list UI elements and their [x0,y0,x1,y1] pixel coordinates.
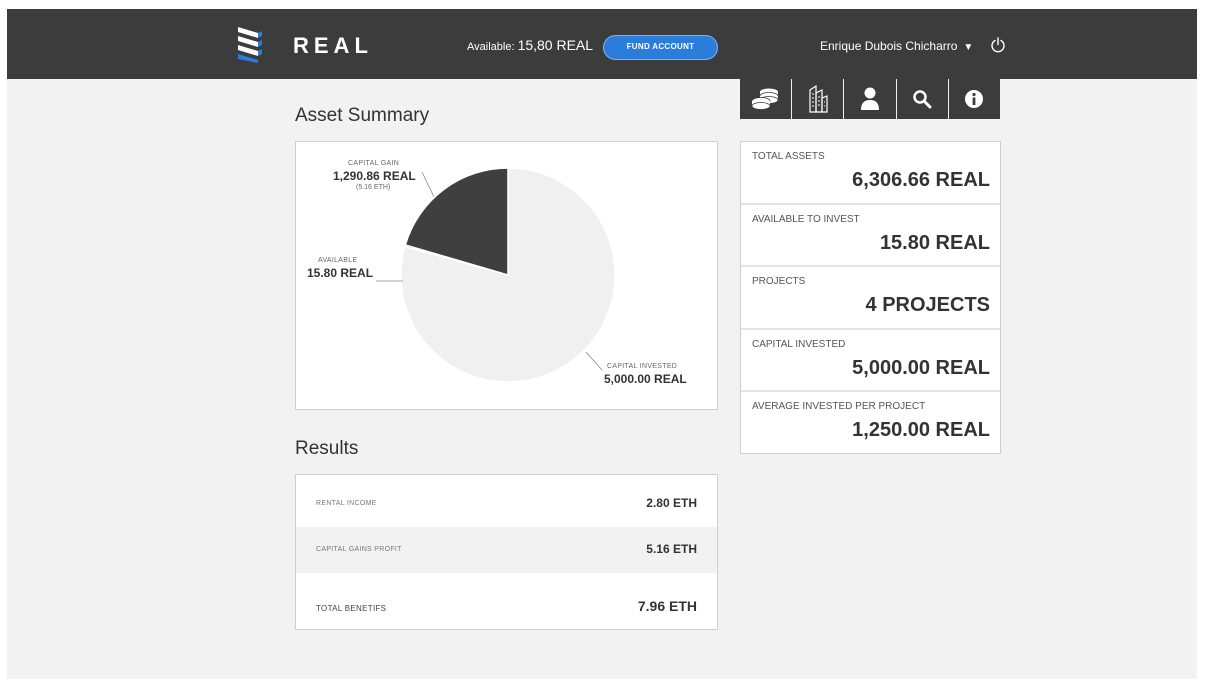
available-balance-label: Available: [467,41,515,53]
fund-account-button[interactable]: FUND ACCOUNT [603,35,718,60]
capital-invested-label: CAPITAL INVESTED [607,363,678,370]
user-icon [861,87,879,110]
capital-gain-leader-line [421,171,435,198]
stat-average-invested: AVERAGE INVESTED PER PROJECT 1,250.00 RE… [741,392,1000,453]
result-label: RENTAL INCOME [316,500,377,507]
brand-logo-icon [238,27,262,63]
table-row: RENTAL INCOME 2.80 ETH [296,475,717,527]
capital-invested-value: 5,000.00 REAL [604,372,687,386]
chevron-down-icon: ▼ [963,42,974,53]
stat-total-assets: TOTAL ASSETS 6,306.66 REAL [741,142,1000,205]
buildings-icon [809,85,828,113]
results-panel: RENTAL INCOME 2.80 ETH CAPITAL GAINS PRO… [295,474,718,630]
stat-label: AVERAGE INVESTED PER PROJECT [752,401,926,412]
toolbar-coins-button[interactable] [740,79,793,119]
capital-invested-leader-line [585,351,603,371]
toolbar-info-button[interactable] [949,79,1000,119]
stat-value: 15.80 REAL [879,231,990,254]
available-value: 15.80 REAL [307,266,374,280]
result-value: 2.80 ETH [646,496,697,510]
available-label: AVAILABLE [318,257,358,264]
capital-gain-value: 1,290.86 REAL [333,169,416,183]
result-value: 7.96 ETH [637,598,697,614]
power-icon[interactable] [990,37,1006,53]
stat-value: 5,000.00 REAL [852,356,990,379]
table-row: CAPITAL GAINS PROFIT 5.16 ETH [296,527,717,573]
available-balance: Available: 15,80 REAL [467,37,593,53]
stat-value: 6,306.66 REAL [852,169,990,191]
capital-gain-label: CAPITAL GAIN [348,160,400,167]
top-header: REAL Available: 15,80 REAL FUND ACCOUNT … [7,9,1197,79]
stat-label: CAPITAL INVESTED [752,338,846,350]
stat-projects: PROJECTS 4 PROJECTS [741,267,1000,330]
available-balance-amount: 15,80 REAL [517,37,594,53]
info-icon [965,90,984,108]
stat-label: PROJECTS [752,276,806,287]
result-label: TOTAL BENETIFS [316,604,387,613]
coins-icon [751,88,778,110]
user-name: Enrique Dubois Chicharro [820,39,958,53]
stat-available-to-invest: AVAILABLE TO INVEST 15.80 REAL [741,205,1000,267]
toolbar-profile-button[interactable] [844,79,897,119]
stat-value: 1,250.00 REAL [852,419,990,441]
toolbar-buildings-button[interactable] [792,79,845,119]
search-icon [913,90,932,109]
stat-value: 4 PROJECTS [865,294,990,316]
stat-label: AVAILABLE TO INVEST [752,213,860,225]
capital-gain-sub: (5.16 ETH) [356,184,391,191]
stat-label: TOTAL ASSETS [752,151,825,162]
icon-toolbar [740,79,1000,119]
stats-panel: TOTAL ASSETS 6,306.66 REAL AVAILABLE TO … [740,141,1001,454]
stat-capital-invested: CAPITAL INVESTED 5,000.00 REAL [741,330,1000,392]
asset-summary-title: Asset Summary [295,105,430,126]
asset-summary-panel: CAPITAL GAIN 1,290.86 REAL (5.16 ETH) AV… [295,141,718,410]
user-menu[interactable]: Enrique Dubois Chicharro ▼ [820,39,973,53]
table-row: TOTAL BENETIFS 7.96 ETH [296,573,717,629]
brand-name: REAL [293,33,373,58]
result-label: CAPITAL GAINS PROFIT [316,546,402,553]
toolbar-search-button[interactable] [897,79,949,119]
app-frame: REAL Available: 15,80 REAL FUND ACCOUNT … [7,9,1197,679]
result-value: 5.16 ETH [646,542,697,556]
results-title: Results [295,438,359,459]
